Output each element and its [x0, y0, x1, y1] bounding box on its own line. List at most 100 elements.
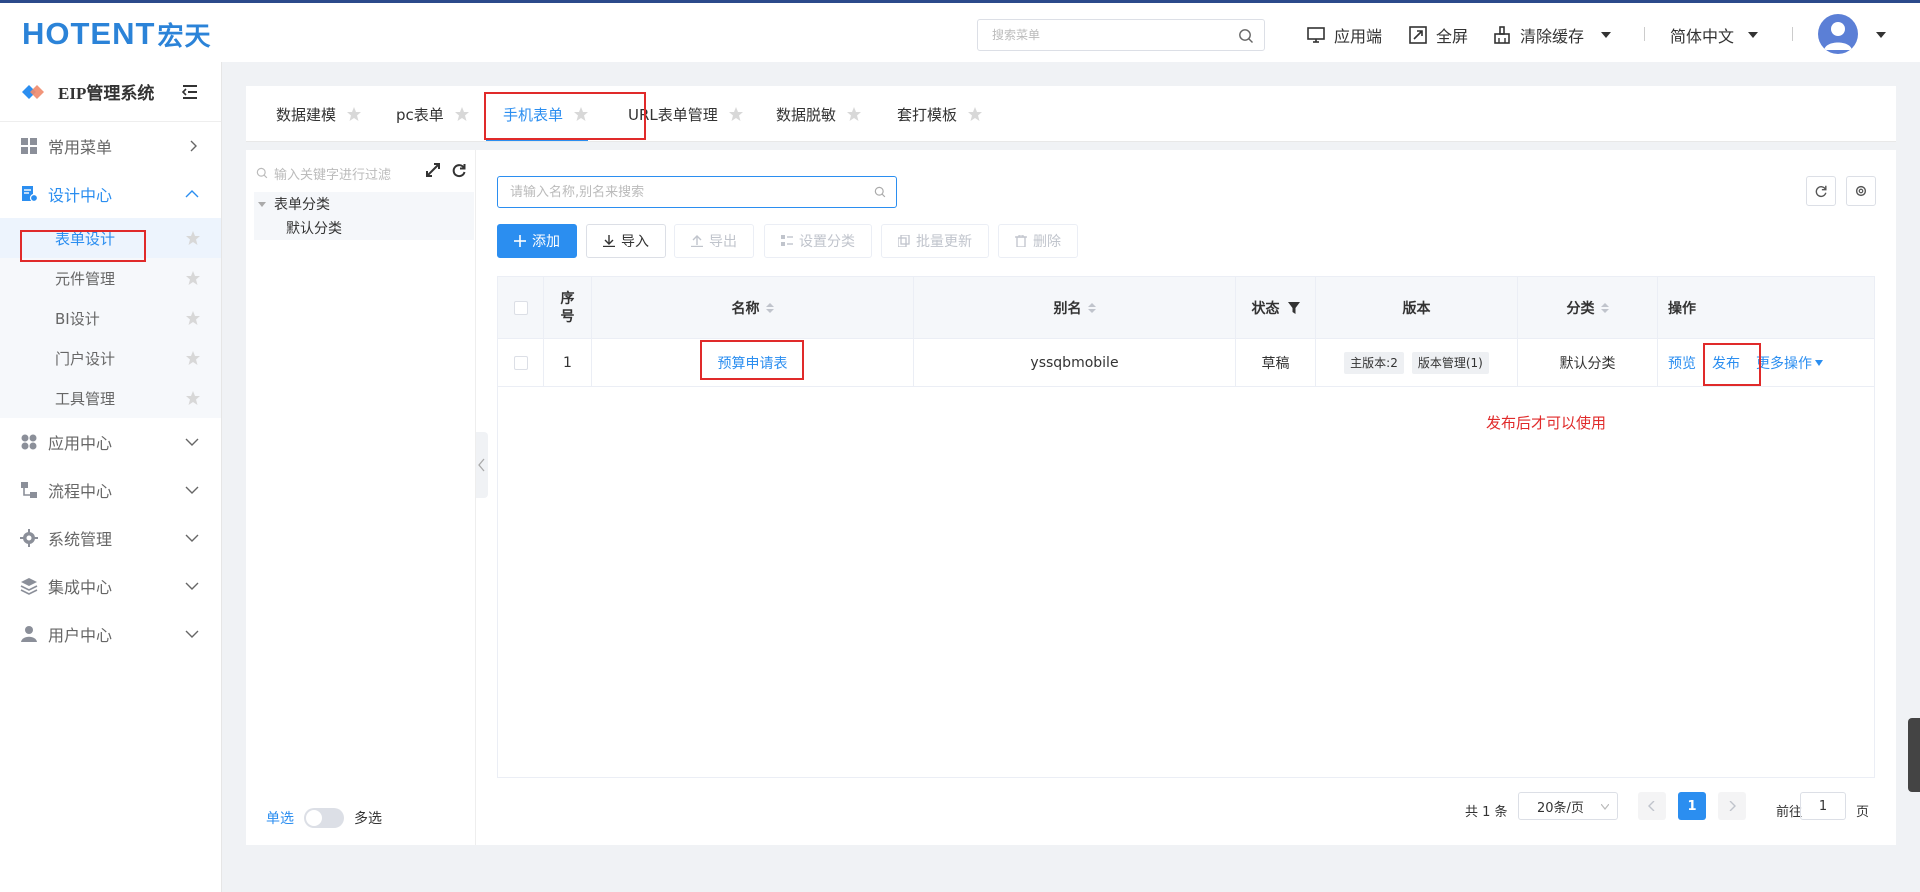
chevron-down-icon	[185, 438, 199, 446]
set-category-button[interactable]: 设置分类	[764, 224, 872, 258]
batch-update-button-label: 批量更新	[916, 234, 972, 250]
row-checkbox[interactable]	[513, 355, 528, 370]
tab-label: 套打模板	[897, 105, 958, 124]
fullscreen-button[interactable]: 全屏	[1408, 23, 1468, 47]
fullscreen-label: 全屏	[1436, 27, 1469, 46]
search-icon[interactable]	[1238, 28, 1254, 44]
header-category-label: 分类	[1566, 300, 1595, 317]
floating-side-handle[interactable]	[1908, 718, 1920, 792]
menu-common[interactable]: 常用菜单	[0, 122, 221, 170]
page-size-select[interactable]: 20条/页	[1518, 792, 1618, 820]
selection-mode-switch[interactable]	[304, 808, 344, 828]
tab-mobile-form[interactable]: 手机表单	[503, 86, 589, 142]
star-icon[interactable]	[185, 390, 201, 406]
star-icon[interactable]	[728, 106, 744, 122]
filter-icon[interactable]	[1287, 301, 1300, 314]
app-client-button[interactable]: 应用端	[1306, 23, 1382, 47]
refresh-icon[interactable]	[451, 162, 467, 178]
header-name[interactable]: 名称	[592, 277, 914, 338]
header-alias[interactable]: 别名	[914, 277, 1236, 338]
panel-collapse-handle[interactable]	[476, 432, 488, 498]
delete-button-label: 删除	[1033, 234, 1061, 250]
expand-icon[interactable]	[425, 162, 441, 178]
menu-design-center[interactable]: 设计中心	[0, 170, 221, 218]
tree-node-default[interactable]: 默认分类	[254, 216, 474, 240]
chevron-left-icon	[478, 458, 485, 472]
more-actions-link[interactable]: 更多操作	[1756, 353, 1812, 373]
submenu-bi-design[interactable]: BI设计	[0, 298, 221, 338]
header-select-all	[498, 277, 544, 338]
chevron-down-icon	[185, 486, 199, 494]
header-version: 版本	[1316, 277, 1518, 338]
menu-app-center[interactable]: 应用中心	[0, 418, 221, 466]
language-select[interactable]: 简体中文	[1670, 23, 1734, 47]
star-icon[interactable]	[846, 106, 862, 122]
star-icon[interactable]	[185, 230, 201, 246]
tab-data-modeling[interactable]: 数据建模	[276, 86, 362, 142]
header-name-label: 名称	[731, 300, 760, 317]
prev-page-button[interactable]	[1638, 792, 1666, 820]
page-number-button[interactable]: 1	[1678, 792, 1706, 820]
submenu-portal-design[interactable]: 门户设计	[0, 338, 221, 378]
submenu-form-design[interactable]: 表单设计	[0, 218, 221, 258]
sort-icon[interactable]	[1087, 302, 1096, 313]
menu-user-center[interactable]: 用户中心	[0, 610, 221, 658]
menu-integration-center[interactable]: 集成中心	[0, 562, 221, 610]
refresh-list-button[interactable]	[1806, 176, 1836, 206]
logo[interactable]: HOTENT 宏天	[22, 15, 211, 53]
header-category[interactable]: 分类	[1518, 277, 1658, 338]
column-settings-button[interactable]	[1846, 176, 1876, 206]
form-search-input[interactable]	[498, 177, 868, 207]
delete-button[interactable]: 删除	[998, 224, 1078, 258]
tab-url-form[interactable]: URL表单管理	[628, 86, 744, 142]
batch-update-button[interactable]: 批量更新	[881, 224, 989, 258]
set-category-button-label: 设置分类	[799, 234, 855, 250]
submenu-tool-manage[interactable]: 工具管理	[0, 378, 221, 418]
add-button[interactable]: 添加	[497, 224, 577, 258]
form-name-link[interactable]: 预算申请表	[718, 353, 788, 373]
avatar[interactable]	[1818, 14, 1858, 54]
star-icon[interactable]	[573, 106, 589, 122]
user-icon	[21, 626, 37, 642]
menu-flow-center[interactable]: 流程中心	[0, 466, 221, 514]
next-page-button[interactable]	[1718, 792, 1746, 820]
star-icon[interactable]	[454, 106, 470, 122]
tab-print-template[interactable]: 套打模板	[897, 86, 983, 142]
monitor-icon	[1307, 27, 1325, 43]
sort-icon[interactable]	[1600, 302, 1609, 313]
tab-data-masking[interactable]: 数据脱敏	[776, 86, 862, 142]
export-button[interactable]: 导出	[674, 224, 754, 258]
tree-filter-input[interactable]: 输入关键字进行过滤	[256, 162, 416, 184]
clear-cache-button[interactable]: 清除缓存	[1492, 23, 1584, 47]
sort-icon[interactable]	[765, 302, 774, 313]
goto-page-input[interactable]: 1	[1800, 792, 1846, 820]
star-icon[interactable]	[967, 106, 983, 122]
star-icon[interactable]	[346, 106, 362, 122]
star-icon[interactable]	[185, 270, 201, 286]
collapse-menu-icon[interactable]	[181, 84, 199, 100]
tab-pc-form[interactable]: pc表单	[396, 86, 470, 142]
row-name: 预算申请表	[592, 339, 914, 386]
menu-common-label: 常用菜单	[48, 138, 113, 157]
page-size-label: 20条/页	[1537, 800, 1584, 816]
menu-system-manage[interactable]: 系统管理	[0, 514, 221, 562]
version-manage-tag[interactable]: 版本管理(1)	[1411, 351, 1489, 374]
language-caret-icon[interactable]	[1748, 32, 1758, 38]
import-button[interactable]: 导入	[586, 224, 666, 258]
clear-cache-caret-icon[interactable]	[1601, 32, 1611, 38]
caret-down-icon[interactable]	[1815, 359, 1823, 366]
tree-node-root[interactable]: 表单分类	[254, 192, 474, 216]
upload-icon	[691, 235, 703, 247]
avatar-caret-icon[interactable]	[1876, 32, 1886, 38]
row-seq-value: 1	[563, 354, 572, 371]
submenu-component-manage[interactable]: 元件管理	[0, 258, 221, 298]
search-icon[interactable]	[874, 186, 886, 198]
publish-link[interactable]: 发布	[1712, 353, 1740, 373]
header-status[interactable]: 状态	[1236, 277, 1316, 338]
select-all-checkbox[interactable]	[513, 300, 528, 315]
star-icon[interactable]	[185, 350, 201, 366]
star-icon[interactable]	[185, 310, 201, 326]
menu-search-input[interactable]	[978, 20, 1228, 50]
caret-down-icon[interactable]	[258, 201, 266, 207]
preview-link[interactable]: 预览	[1668, 353, 1696, 373]
